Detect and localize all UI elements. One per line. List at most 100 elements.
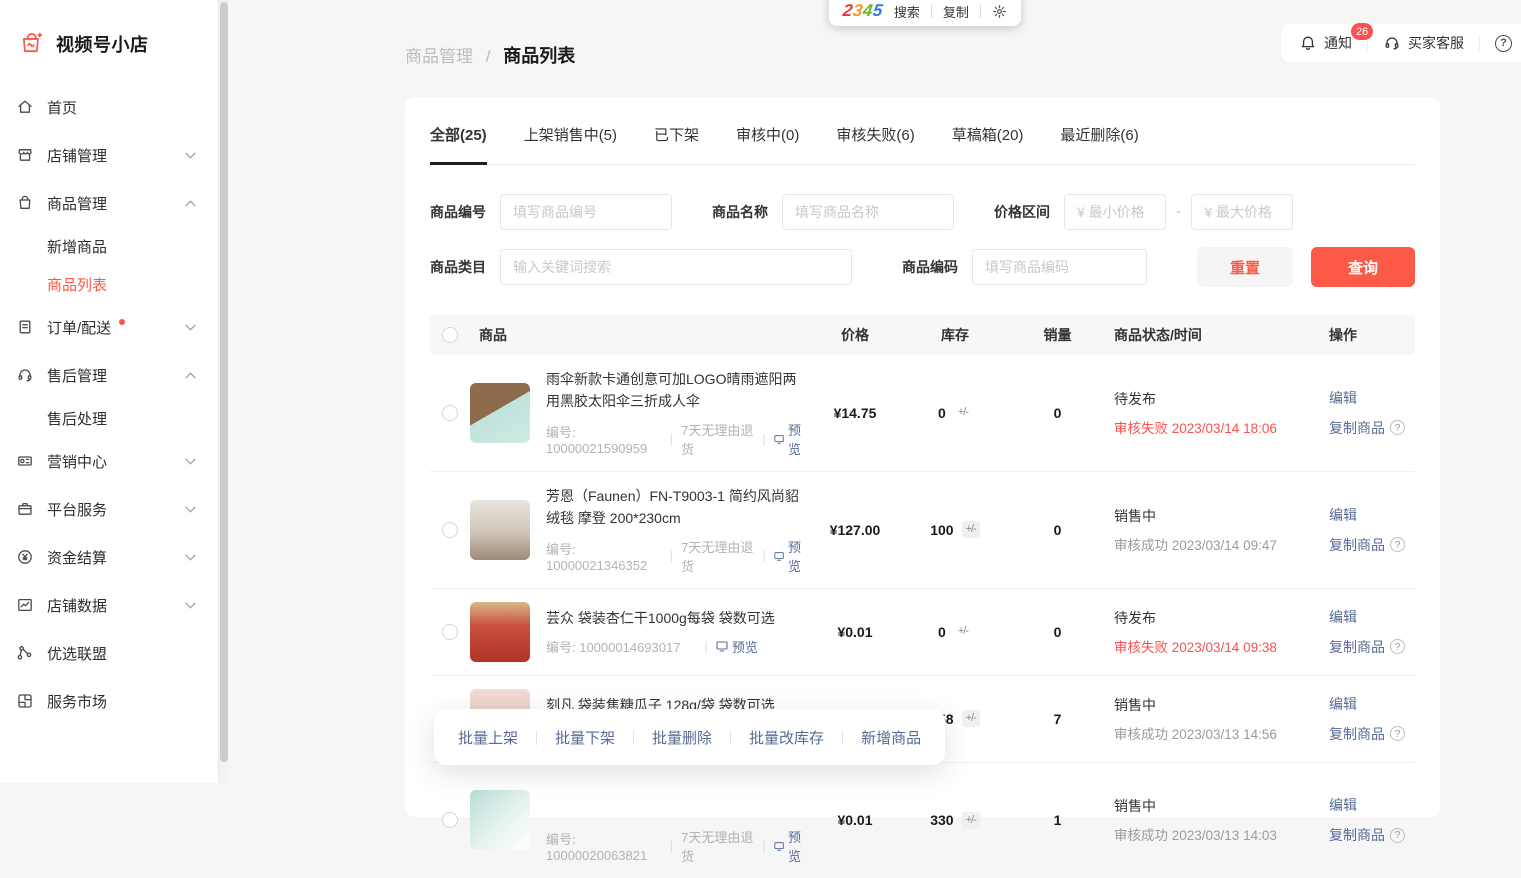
batch-stock-button[interactable]: 批量改库存	[749, 727, 824, 748]
product-title[interactable]: 雨伞新款卡通创意可加LOGO晴雨遮阳两用黑胶太阳伞三折成人伞	[546, 368, 810, 413]
sidebar-item-home[interactable]: 首页	[16, 83, 208, 131]
headset-icon	[1383, 34, 1401, 52]
product-title[interactable]	[546, 776, 810, 820]
preview-link[interactable]: 预览	[716, 637, 758, 656]
divider	[842, 730, 843, 745]
stock-edit-button[interactable]: +/-	[954, 623, 972, 640]
clipboard-icon	[16, 318, 34, 336]
chevron-down-icon	[185, 458, 196, 465]
sidebar-item-label: 订单/配送	[47, 317, 111, 338]
table-row: 芸众 袋装杏仁干1000g每袋 袋数可选 编号: 10000014693017 …	[430, 589, 1415, 676]
briefcase-icon	[16, 500, 34, 518]
select-all-checkbox[interactable]	[442, 327, 458, 343]
help-icon[interactable]: ?	[1390, 537, 1405, 552]
row-checkbox[interactable]	[442, 522, 458, 538]
stock-edit-button[interactable]: +/-	[962, 521, 980, 538]
sidebar-item-aftersales-management[interactable]: 售后管理	[16, 351, 208, 399]
stock-value: 330	[930, 812, 953, 828]
divider	[633, 730, 634, 745]
copy-product-link[interactable]: 复制商品	[1329, 418, 1385, 438]
min-price-input[interactable]	[1064, 194, 1166, 230]
category-input[interactable]	[500, 249, 852, 285]
batch-delist-button[interactable]: 批量下架	[555, 727, 615, 748]
preview-link[interactable]: 预览	[774, 827, 810, 865]
batch-delete-button[interactable]: 批量删除	[652, 727, 712, 748]
category-filter: 商品类目	[430, 249, 852, 285]
help-icon[interactable]: ?	[1390, 420, 1405, 435]
product-code-input[interactable]	[972, 249, 1147, 285]
sidebar-item-orders-delivery[interactable]: 订单/配送	[16, 303, 208, 351]
help-icon[interactable]: ?	[1390, 639, 1405, 654]
sidebar-item-new-product[interactable]: 新增商品	[16, 227, 208, 265]
extension-search-button[interactable]: 搜索	[894, 2, 920, 21]
sidebar-item-shop-management[interactable]: 店铺管理	[16, 131, 208, 179]
product-title[interactable]: 芸众 袋装杏仁干1000g每袋 袋数可选	[546, 607, 810, 629]
product-status: 销售中	[1114, 506, 1320, 526]
edit-link[interactable]: 编辑	[1329, 390, 1357, 406]
tab-review-failed[interactable]: 审核失败(6)	[836, 124, 914, 165]
product-code-filter: 商品编码	[902, 249, 1147, 285]
edit-link[interactable]: 编辑	[1329, 696, 1357, 712]
row-checkbox[interactable]	[442, 624, 458, 640]
sidebar-item-label: 店铺数据	[47, 595, 107, 616]
product-title[interactable]: 芳恩（Faunen）FN-T9003-1 简约风尚貂绒毯 摩登 200*230c…	[546, 485, 810, 530]
search-button[interactable]: 查询	[1311, 247, 1415, 287]
sales-value: 0	[1010, 405, 1105, 421]
scrollbar-thumb[interactable]	[220, 2, 228, 762]
app-logo[interactable]: 视频号小店	[18, 30, 208, 57]
tab-delisted[interactable]: 已下架	[654, 124, 699, 165]
breadcrumb-parent[interactable]: 商品管理	[405, 47, 473, 66]
edit-link[interactable]: 编辑	[1329, 797, 1357, 813]
notifications-button[interactable]: 通知 26	[1299, 33, 1352, 53]
preview-icon	[716, 640, 728, 652]
sidebar-item-affiliate-alliance[interactable]: 优选联盟	[16, 629, 208, 677]
preview-link[interactable]: 预览	[774, 420, 810, 458]
preview-link[interactable]: 预览	[774, 537, 810, 575]
stock-edit-button[interactable]: +/-	[962, 710, 980, 727]
extension-toolbar: 2345 搜索 复制	[829, 0, 1021, 26]
sidebar-item-platform-services[interactable]: 平台服务	[16, 485, 208, 533]
product-id-input[interactable]	[500, 194, 672, 230]
tab-drafts[interactable]: 草稿箱(20)	[952, 124, 1024, 165]
product-code-label: 商品编码	[902, 257, 958, 277]
product-name-input[interactable]	[782, 194, 954, 230]
copy-product-link[interactable]: 复制商品	[1329, 724, 1385, 744]
sidebar-item-shop-data[interactable]: 店铺数据	[16, 581, 208, 629]
edit-link[interactable]: 编辑	[1329, 609, 1357, 625]
new-product-button[interactable]: 新增商品	[861, 727, 921, 748]
stock-edit-button[interactable]: +/-	[954, 404, 972, 421]
help-icon[interactable]: ?	[1495, 35, 1512, 52]
sidebar-item-aftersales-handling[interactable]: 售后处理	[16, 399, 208, 437]
buyer-service-button[interactable]: 买家客服	[1383, 33, 1464, 53]
row-checkbox[interactable]	[442, 405, 458, 421]
sidebar-item-marketing-center[interactable]: 营销中心	[16, 437, 208, 485]
stock-edit-button[interactable]: +/-	[962, 812, 980, 829]
reset-button[interactable]: 重置	[1197, 247, 1293, 287]
max-price-input[interactable]	[1191, 194, 1293, 230]
row-checkbox[interactable]	[442, 812, 458, 828]
help-icon[interactable]: ?	[1390, 828, 1405, 843]
copy-product-link[interactable]: 复制商品	[1329, 535, 1385, 555]
tab-in-review[interactable]: 审核中(0)	[736, 124, 799, 165]
tab-on-sale[interactable]: 上架销售中(5)	[524, 124, 617, 165]
extension-copy-button[interactable]: 复制	[943, 2, 969, 21]
help-icon[interactable]: ?	[1390, 726, 1405, 741]
chart-icon	[16, 596, 34, 614]
filter-form: 商品编号 商品名称 价格区间 - 商品类目 商品编码	[430, 194, 1415, 287]
sidebar-item-service-market[interactable]: 服务市场	[16, 677, 208, 725]
sidebar-item-product-list[interactable]: 商品列表	[16, 265, 208, 303]
stock-value: 0	[938, 405, 946, 421]
sidebar-item-funds-settlement[interactable]: 资金结算	[16, 533, 208, 581]
copy-product-link[interactable]: 复制商品	[1329, 637, 1385, 657]
notification-badge: 26	[1351, 23, 1373, 40]
notification-dot	[119, 319, 125, 325]
chevron-up-icon	[185, 372, 196, 379]
batch-list-button[interactable]: 批量上架	[458, 727, 518, 748]
sidebar-item-product-management[interactable]: 商品管理	[16, 179, 208, 227]
gear-icon[interactable]	[992, 4, 1007, 19]
edit-link[interactable]: 编辑	[1329, 507, 1357, 523]
tab-all[interactable]: 全部(25)	[430, 124, 487, 165]
copy-product-link[interactable]: 复制商品	[1329, 825, 1385, 845]
tab-recently-deleted[interactable]: 最近删除(6)	[1060, 124, 1138, 165]
sidebar-item-label: 服务市场	[47, 691, 107, 712]
